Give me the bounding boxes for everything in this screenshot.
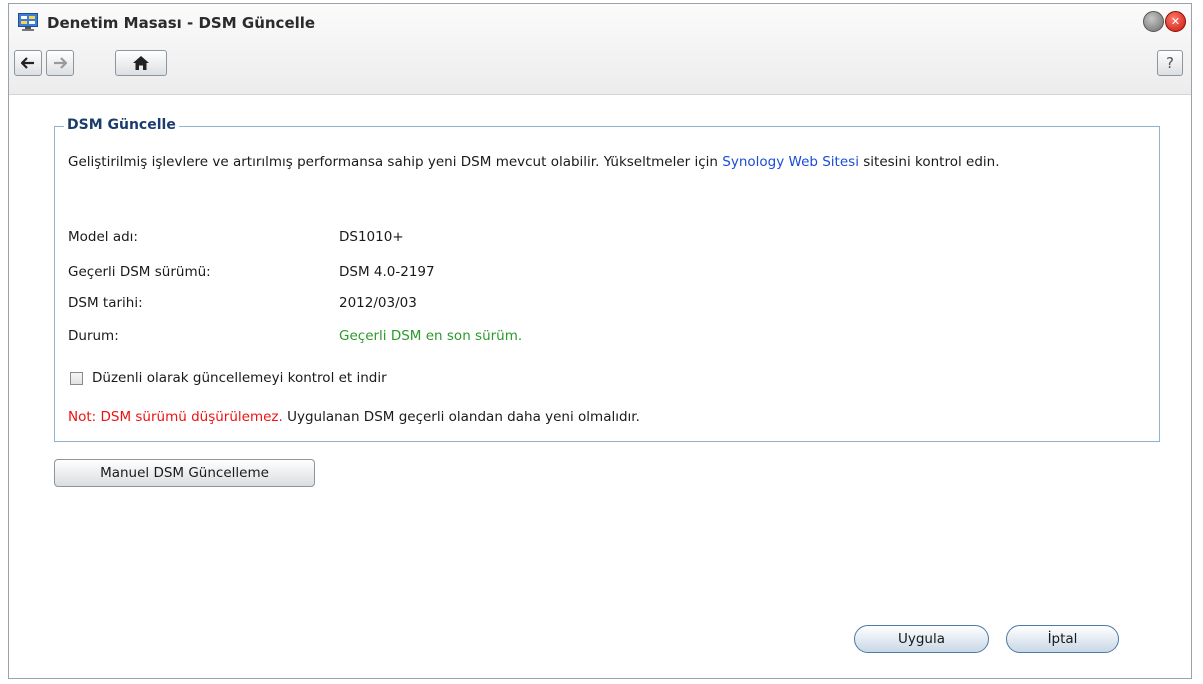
intro-text: Geliştirilmiş işlevlere ve artırılmış pe… — [68, 154, 1153, 171]
auto-check-label[interactable]: Düzenli olarak güncellemeyi kontrol et i… — [92, 370, 387, 386]
status-value: Geçerli DSM en son sürüm. — [339, 328, 523, 344]
control-panel-window: Denetim Masası - DSM Güncelle ? DSM Günc… — [8, 3, 1192, 679]
intro-text-end: sitesini kontrol edin. — [858, 154, 1000, 170]
auto-check-option[interactable]: Düzenli olarak güncellemeyi kontrol et i… — [70, 370, 387, 386]
close-button[interactable] — [1165, 11, 1186, 32]
apply-button[interactable]: Uygula — [854, 625, 989, 653]
help-button[interactable]: ? — [1157, 50, 1183, 76]
intro-text-start: Geliştirilmiş işlevlere ve artırılmış pe… — [68, 154, 723, 170]
manual-dsm-update-button[interactable]: Manuel DSM Güncelleme — [54, 459, 315, 487]
dsm-date-value: 2012/03/03 — [339, 295, 417, 311]
note-text: Uygulanan DSM geçerli olandan daha yeni … — [282, 409, 640, 425]
note-warning: Not: DSM sürümü düşürülemez. — [68, 409, 283, 425]
status-row: Durum: Geçerli DSM en son sürüm. — [68, 328, 1148, 348]
control-panel-icon — [18, 13, 38, 31]
model-name-label: Model adı: — [68, 229, 138, 245]
window-title: Denetim Masası - DSM Güncelle — [47, 14, 316, 32]
current-version-row: Geçerli DSM sürümü: DSM 4.0-2197 — [68, 264, 1148, 284]
model-name-row: Model adı: DS1010+ — [68, 229, 1148, 249]
model-name-value: DS1010+ — [339, 229, 404, 245]
section-legend: DSM Güncelle — [64, 117, 179, 133]
back-button[interactable] — [14, 50, 42, 76]
home-button[interactable] — [115, 50, 167, 76]
home-icon — [133, 56, 149, 70]
current-version-label: Geçerli DSM sürümü: — [68, 264, 211, 280]
downgrade-note: Not: DSM sürümü düşürülemez. Uygulanan D… — [68, 409, 640, 425]
title-bar: Denetim Masası - DSM Güncelle ? — [9, 4, 1191, 95]
arrow-right-icon — [54, 57, 67, 69]
dsm-update-section: DSM Güncelle Geliştirilmiş işlevlere ve … — [54, 117, 1160, 442]
auto-check-checkbox[interactable] — [70, 371, 83, 385]
forward-button[interactable] — [46, 50, 74, 76]
synology-website-link[interactable]: Synology Web Sitesi — [722, 154, 859, 170]
minimize-button[interactable] — [1143, 11, 1164, 32]
dsm-date-label: DSM tarihi: — [68, 295, 143, 311]
status-label: Durum: — [68, 328, 119, 344]
arrow-left-icon — [21, 57, 34, 69]
dsm-date-row: DSM tarihi: 2012/03/03 — [68, 295, 1148, 315]
current-version-value: DSM 4.0-2197 — [339, 264, 435, 280]
cancel-button[interactable]: İptal — [1006, 625, 1119, 653]
